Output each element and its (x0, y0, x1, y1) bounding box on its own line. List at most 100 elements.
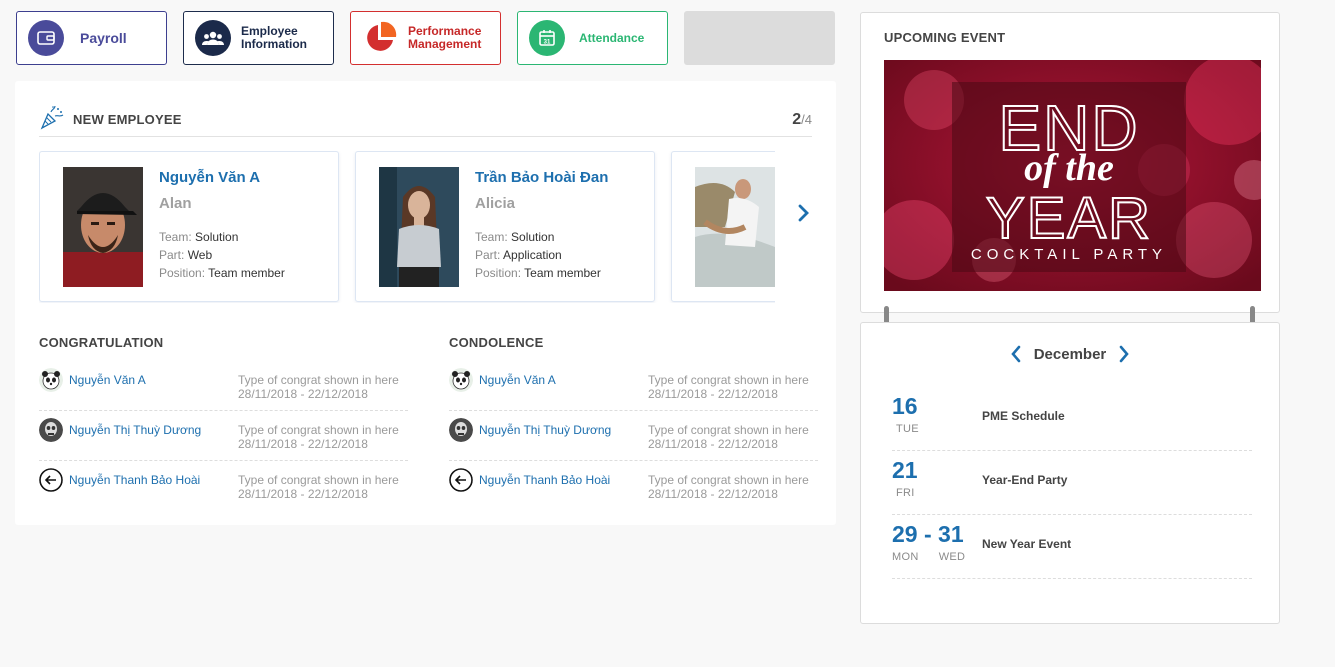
person-name-link[interactable]: Nguyễn Thanh Bảo Hoài (69, 473, 200, 487)
upcoming-event-panel: UPCOMING EVENT END of the YEAR COCKTAIL … (860, 12, 1280, 313)
payroll-button[interactable]: Payroll (16, 11, 167, 65)
calendar-event[interactable]: 16 TUE PME Schedule (892, 387, 1252, 451)
panda-avatar-icon (39, 368, 63, 392)
calendar-panel: December 16 TUE PME Schedule 21 FRI Year… (860, 322, 1280, 624)
calendar-icon: 31 (529, 20, 565, 56)
person-name-link[interactable]: Nguyễn Thị Thuỳ Dương (479, 423, 611, 437)
total-pages: /4 (801, 111, 812, 127)
part-label: Part: (159, 248, 185, 262)
calendar-event[interactable]: 21 FRI Year-End Party (892, 451, 1252, 515)
attendance-label: Attendance (579, 30, 645, 45)
condolence-dates: 28/11/2018 - 22/12/2018 (648, 487, 778, 501)
performance-management-label: Performance Management (408, 24, 482, 51)
condolence-type: Type of congrat shown in here (648, 373, 809, 387)
calendar-header: December (861, 345, 1279, 363)
person-name-link[interactable]: Nguyễn Thanh Bảo Hoài (479, 473, 610, 487)
employee-information-button[interactable]: Employee Information (183, 11, 334, 65)
part-label: Part: (475, 248, 501, 262)
prev-month-arrow-icon[interactable] (1010, 345, 1022, 363)
employee-photo (63, 167, 143, 287)
wallet-icon (28, 20, 64, 56)
arrow-left-avatar-icon (39, 468, 63, 492)
attendance-button[interactable]: 31 Attendance (517, 11, 668, 65)
event-day: 21 (892, 457, 918, 483)
event-banner[interactable]: END of the YEAR COCKTAIL PARTY (884, 60, 1261, 291)
upcoming-event-title: UPCOMING EVENT (884, 30, 1006, 45)
event-weekday: FRI (896, 487, 915, 499)
congrat-dates: 28/11/2018 - 22/12/2018 (238, 387, 368, 401)
position-label: Position: (159, 266, 206, 280)
employee-info: Team: Solution Part: Application Positio… (475, 228, 601, 282)
condolence-type: Type of congrat shown in here (648, 423, 809, 437)
employee-card[interactable]: Trần Bảo Hoài Đan Alicia Team: Solution … (355, 151, 655, 302)
svg-text:31: 31 (544, 40, 551, 46)
condolence-info: Type of congrat shown in here 28/11/2018 … (648, 423, 809, 451)
employee-card[interactable]: Nguyễn Văn A Alan Team: Solution Part: W… (39, 151, 339, 302)
list-item: Nguyễn Thị Thuỳ Dương Type of congrat sh… (449, 411, 818, 461)
month-label: December (1033, 345, 1107, 363)
panda-avatar-icon (449, 368, 473, 392)
condolence-info: Type of congrat shown in here 28/11/2018 … (648, 373, 809, 401)
condolence-info: Type of congrat shown in here 28/11/2018 … (648, 473, 809, 501)
payroll-label: Payroll (80, 29, 127, 46)
position-label: Position: (475, 266, 522, 280)
congrat-info: Type of congrat shown in here 28/11/2018 … (238, 473, 399, 501)
congratulation-title: CONGRATULATION (39, 335, 164, 350)
position-value: Team member (524, 266, 601, 280)
employee-info: Team: Solution Part: Web Position: Team … (159, 228, 285, 282)
congrat-dates: 28/11/2018 - 22/12/2018 (238, 437, 368, 451)
condolence-title: CONDOLENCE (449, 335, 544, 350)
banner-line4: COCKTAIL PARTY (971, 246, 1167, 263)
employee-card-partial[interactable] (671, 151, 775, 302)
skull-avatar-icon (39, 418, 63, 442)
employee-photo (695, 167, 775, 287)
employee-carousel: Nguyễn Văn A Alan Team: Solution Part: W… (39, 151, 775, 303)
performance-management-button[interactable]: Performance Management (350, 11, 501, 65)
condolence-type: Type of congrat shown in here (648, 473, 809, 487)
event-weekday: TUE (896, 423, 919, 435)
list-item: Nguyễn Thanh Bảo Hoài Type of congrat sh… (39, 461, 408, 511)
employee-pager: 2/4 (792, 111, 812, 129)
list-item: Nguyễn Văn A Type of congrat shown in he… (449, 361, 818, 411)
team-label: Team: (159, 230, 192, 244)
arrow-left-avatar-icon (449, 468, 473, 492)
part-value: Application (503, 248, 562, 262)
congratulation-list: Nguyễn Văn A Type of congrat shown in he… (39, 361, 408, 511)
event-day: 16 (892, 393, 918, 419)
employee-name[interactable]: Nguyễn Văn A (159, 169, 260, 186)
congrat-info: Type of congrat shown in here 28/11/2018 … (238, 373, 399, 401)
condolence-dates: 28/11/2018 - 22/12/2018 (648, 437, 778, 451)
users-icon (195, 20, 231, 56)
team-value: Solution (511, 230, 555, 244)
event-day: 29 - 31 (892, 521, 964, 547)
part-value: Web (187, 248, 213, 262)
carousel-next-arrow[interactable] (797, 203, 811, 223)
employee-information-label: Employee Information (241, 24, 307, 51)
congrat-type: Type of congrat shown in here (238, 473, 399, 487)
next-month-arrow-icon[interactable] (1118, 345, 1130, 363)
condolence-dates: 28/11/2018 - 22/12/2018 (648, 387, 778, 401)
new-employee-title: NEW EMPLOYEE (73, 112, 182, 127)
person-name-link[interactable]: Nguyễn Văn A (69, 373, 146, 387)
congrat-type: Type of congrat shown in here (238, 373, 399, 387)
module-bar: Payroll Employee Information Performance… (16, 11, 835, 65)
skull-avatar-icon (449, 418, 473, 442)
banner-line3: YEAR (986, 186, 1152, 251)
calendar-event[interactable]: 29 - 31 MON WED New Year Event (892, 515, 1252, 579)
main-panel: NEW EMPLOYEE 2/4 Nguyễn Văn A Alan Team:… (15, 81, 836, 525)
team-value: Solution (195, 230, 239, 244)
employee-name[interactable]: Trần Bảo Hoài Đan (475, 169, 608, 186)
list-item: Nguyễn Thanh Bảo Hoài Type of congrat sh… (449, 461, 818, 511)
employee-nickname: Alicia (475, 195, 516, 212)
position-value: Team member (208, 266, 285, 280)
event-name: New Year Event (982, 537, 1072, 551)
person-name-link[interactable]: Nguyễn Văn A (479, 373, 556, 387)
banner-line2: of the (1024, 147, 1114, 189)
employee-photo (379, 167, 459, 287)
event-name: PME Schedule (982, 409, 1065, 423)
person-name-link[interactable]: Nguyễn Thị Thuỳ Dương (69, 423, 201, 437)
list-item: Nguyễn Văn A Type of congrat shown in he… (39, 361, 408, 411)
list-item: Nguyễn Thị Thuỳ Dương Type of congrat sh… (39, 411, 408, 461)
new-employee-header: NEW EMPLOYEE 2/4 (39, 103, 812, 137)
condolence-list: Nguyễn Văn A Type of congrat shown in he… (449, 361, 818, 511)
